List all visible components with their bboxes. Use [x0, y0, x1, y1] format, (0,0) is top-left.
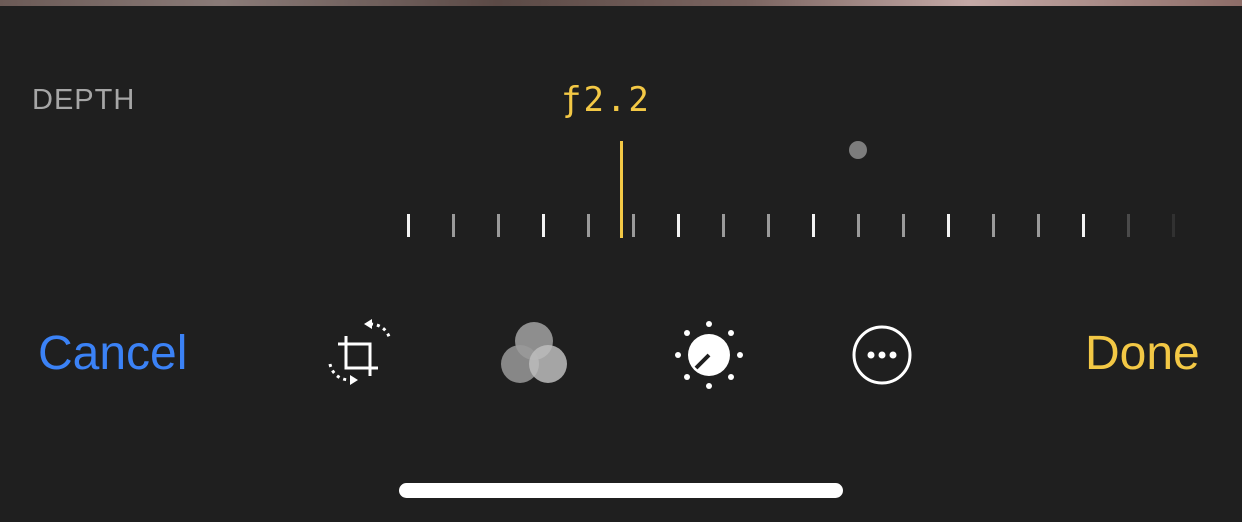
slider-tick [767, 214, 770, 237]
adjust-tool-button[interactable] [672, 318, 746, 392]
depth-slider-indicator[interactable] [620, 141, 623, 238]
cancel-button[interactable]: Cancel [38, 326, 187, 381]
slider-tick [992, 214, 995, 237]
depth-slider[interactable] [0, 0, 1242, 522]
crop-rotate-tool-button[interactable] [324, 318, 398, 392]
slider-tick [587, 214, 590, 237]
slider-tick [902, 214, 905, 237]
slider-tick [722, 214, 725, 237]
home-indicator[interactable] [399, 483, 843, 498]
slider-tick [812, 214, 815, 237]
slider-tick [1037, 214, 1040, 237]
slider-tick [677, 214, 680, 237]
filters-icon [501, 322, 567, 383]
more-tool-button[interactable] [845, 318, 919, 392]
adjust-icon [675, 321, 743, 389]
slider-tick [1172, 214, 1175, 237]
slider-tick [857, 214, 860, 237]
slider-tick [407, 214, 410, 237]
slider-tick [1082, 214, 1085, 237]
crop-rotate-icon [328, 319, 392, 385]
slider-tick [1127, 214, 1130, 237]
slider-tick [452, 214, 455, 237]
slider-tick [497, 214, 500, 237]
slider-tick [542, 214, 545, 237]
filters-tool-button[interactable] [497, 318, 571, 392]
slider-tick [947, 214, 950, 237]
slider-tick [632, 214, 635, 237]
photo-edit-screen: DEPTH ƒ2.2 Cancel Done [0, 0, 1242, 522]
done-button[interactable]: Done [1085, 326, 1200, 381]
more-icon [852, 325, 912, 385]
original-depth-marker [849, 141, 867, 159]
